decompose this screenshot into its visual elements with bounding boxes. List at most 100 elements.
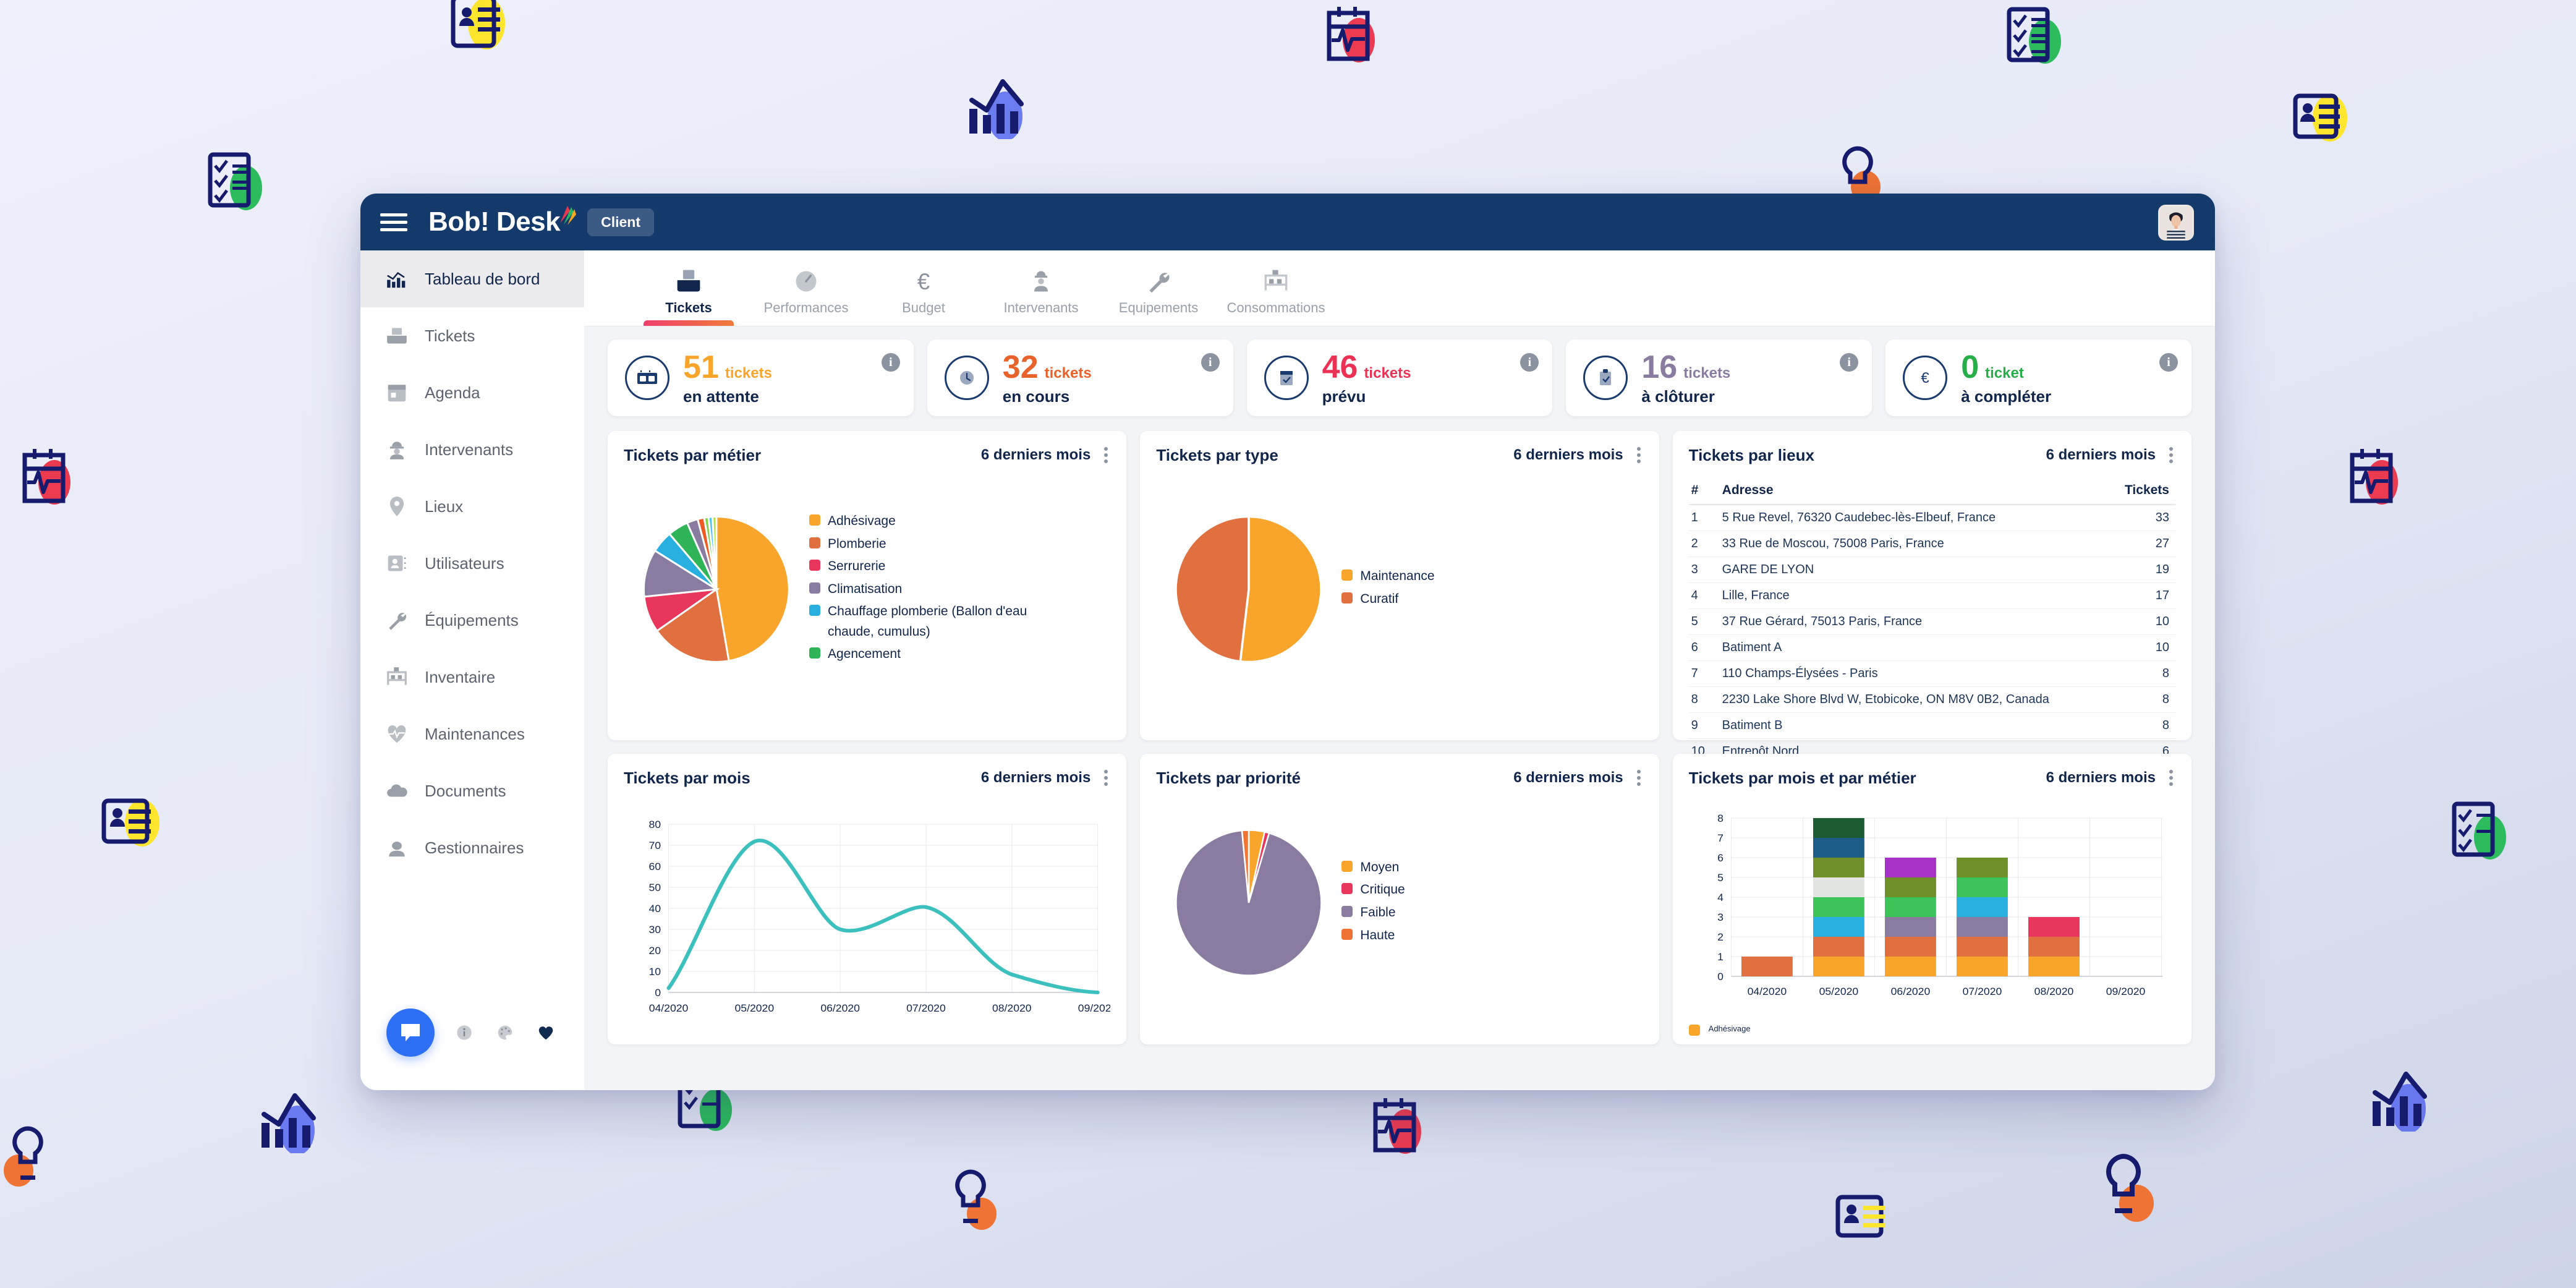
kpi-card-prevu[interactable]: 46 tickets prévu i (1246, 339, 1553, 416)
brand-logo[interactable]: Bob! Desk (428, 206, 577, 237)
tab-tickets[interactable]: Tickets (630, 267, 747, 326)
kebab-menu-icon[interactable] (1102, 445, 1110, 466)
legend-swatch (1341, 569, 1353, 581)
kebab-menu-icon[interactable] (1102, 767, 1110, 788)
shelf-icon (385, 665, 409, 689)
tab-label: Consommations (1226, 300, 1325, 315)
card-title: Tickets par mois (624, 768, 750, 787)
table-row[interactable]: 2 33 Rue de Moscou, 75008 Paris, France 27 (1688, 531, 2175, 557)
legend-swatch (809, 537, 820, 548)
card-tickets-par-lieux: Tickets par lieux 6 derniers mois # Adre… (1672, 431, 2191, 765)
sidebar-item-documents[interactable]: Documents (360, 762, 584, 819)
pie-chart-metier (624, 512, 809, 667)
kebab-menu-icon[interactable] (2167, 445, 2175, 466)
period-label[interactable]: 6 derniers mois (981, 446, 1090, 464)
svg-text:09/2020: 09/2020 (2106, 985, 2145, 997)
card-title: Tickets par lieux (1688, 445, 1814, 464)
tab-equipements[interactable]: Equipements (1100, 267, 1217, 326)
cell-index: 8 (1688, 686, 1720, 713)
kebab-menu-icon[interactable] (1634, 767, 1643, 788)
table-row[interactable]: 8 2230 Lake Shore Blvd W, Etobicoke, ON M… (1688, 686, 2175, 713)
legend-item: Plomberie (809, 534, 1032, 555)
cloud-icon (385, 779, 409, 803)
kpi-value: 46 (1322, 349, 1358, 386)
kpi-card-a-completer[interactable]: € 0 ticket à compléter i (1885, 339, 2191, 416)
clipboard-check-icon (1583, 356, 1628, 400)
contact-card-icon (385, 552, 409, 575)
cell-adresse: 2230 Lake Shore Blvd W, Etobicoke, ON M8… (1719, 686, 2120, 713)
period-label[interactable]: 6 derniers mois (2046, 769, 2156, 787)
legend-label: Plomberie (828, 536, 886, 551)
tab-budget[interactable]: € Budget (865, 267, 982, 326)
kpi-card-a-cloturer[interactable]: 16 tickets à clôturer i (1566, 339, 1872, 416)
info-icon[interactable]: i (881, 353, 900, 372)
kebab-menu-icon[interactable] (2167, 767, 2175, 788)
kpi-card-en-cours[interactable]: 32 tickets en cours i (927, 339, 1233, 416)
client-badge[interactable]: Client (587, 208, 654, 236)
sidebar-item-label: Utilisateurs (425, 553, 504, 573)
tab-consommations[interactable]: Consommations (1217, 267, 1335, 326)
kpi-card-en-attente[interactable]: 51 tickets en attente i (608, 339, 914, 416)
sidebar-item-inventaire[interactable]: Inventaire (360, 649, 584, 706)
kebab-menu-icon[interactable] (1634, 445, 1643, 466)
tab-intervenants[interactable]: Intervenants (982, 267, 1100, 326)
table-row[interactable]: 9 Batiment B8 (1688, 712, 2175, 739)
table-row[interactable]: 5 37 Rue Gérard, 75013 Paris, France 10 (1688, 608, 2175, 635)
cell-tickets: 10 (2119, 608, 2175, 635)
legend-label: Agencement (828, 647, 901, 662)
sidebar-item-maintenances[interactable]: Maintenances (360, 706, 584, 762)
sidebar-item-tickets[interactable]: Tickets (360, 307, 584, 364)
sidebar-item-agenda[interactable]: Agenda (360, 364, 584, 421)
svg-text:80: 80 (648, 818, 661, 830)
user-avatar[interactable] (2158, 205, 2194, 241)
tab-performances[interactable]: Performances (747, 267, 865, 326)
info-icon[interactable]: i (1840, 353, 1859, 372)
legend-swatch (809, 647, 820, 659)
legend-swatch (809, 514, 820, 526)
palette-icon[interactable] (494, 1021, 516, 1044)
info-icon[interactable]: i (2159, 353, 2178, 372)
period-label[interactable]: 6 derniers mois (2046, 446, 2156, 464)
legend-label: Moyen (1360, 859, 1400, 874)
sidebar-item-utilisateurs[interactable]: Utilisateurs (360, 535, 584, 592)
svg-text:20: 20 (648, 944, 661, 957)
double-ticket-icon (625, 356, 670, 400)
deco-contact-card-2 (2290, 90, 2352, 151)
card-tickets-par-mois: Tickets par mois 6 derniers mois 80 70 6… (608, 754, 1127, 1044)
period-label[interactable]: 6 derniers mois (1513, 446, 1623, 464)
map-pin-icon (385, 495, 409, 518)
deco-bulb-2 (0, 1122, 56, 1190)
card-tickets-par-metier: Tickets par métier 6 derniers mois Adhés… (608, 431, 1127, 740)
legend-item: Climatisation (809, 579, 1032, 600)
chat-bubble-icon[interactable] (386, 1009, 435, 1057)
svg-text:0: 0 (1717, 970, 1724, 983)
cell-index: 1 (1688, 505, 1720, 531)
legend-item: Chauffage plomberie (Ballon d'eau chaude… (809, 602, 1032, 642)
dashboard-content: 51 tickets en attente i 32 tickets en co… (584, 326, 2215, 1090)
table-row[interactable]: 3 GARE DE LYON 19 (1688, 557, 2175, 583)
sidebar-item-equipements[interactable]: Équipements (360, 592, 584, 649)
cell-tickets: 8 (2119, 712, 2175, 739)
col-index: # (1688, 479, 1720, 505)
sidebar-item-intervenants[interactable]: Intervenants (360, 421, 584, 478)
info-icon[interactable]: i (1201, 353, 1220, 372)
heart-icon[interactable] (535, 1021, 557, 1044)
kpi-unit: tickets (1683, 365, 1731, 382)
svg-text:05/2020: 05/2020 (735, 1002, 775, 1014)
svg-text:04/2020: 04/2020 (649, 1002, 689, 1014)
legend-label: Climatisation (828, 581, 903, 596)
info-icon[interactable] (453, 1021, 475, 1044)
table-row[interactable]: 4 Lille, France 17 (1688, 582, 2175, 609)
table-row[interactable]: 15 Rue Revel, 76320 Caudebec-lès-Elbeuf,… (1688, 505, 2175, 531)
info-icon[interactable]: i (1520, 353, 1539, 372)
hamburger-menu-icon[interactable] (380, 213, 407, 231)
period-label[interactable]: 6 derniers mois (981, 769, 1090, 787)
sidebar-item-lieux[interactable]: Lieux (360, 478, 584, 535)
period-label[interactable]: 6 derniers mois (1513, 769, 1623, 787)
table-row[interactable]: 7 110 Champs-Élysées - Paris 8 (1688, 660, 2175, 687)
svg-text:€: € (1921, 370, 1930, 386)
sidebar-item-gestionnaires[interactable]: Gestionnaires (360, 819, 584, 876)
sidebar-item-tableau-de-bord[interactable]: Tableau de bord (360, 250, 584, 307)
table-row[interactable]: 6 Batiment A 10 (1688, 634, 2175, 661)
svg-text:30: 30 (648, 923, 661, 936)
